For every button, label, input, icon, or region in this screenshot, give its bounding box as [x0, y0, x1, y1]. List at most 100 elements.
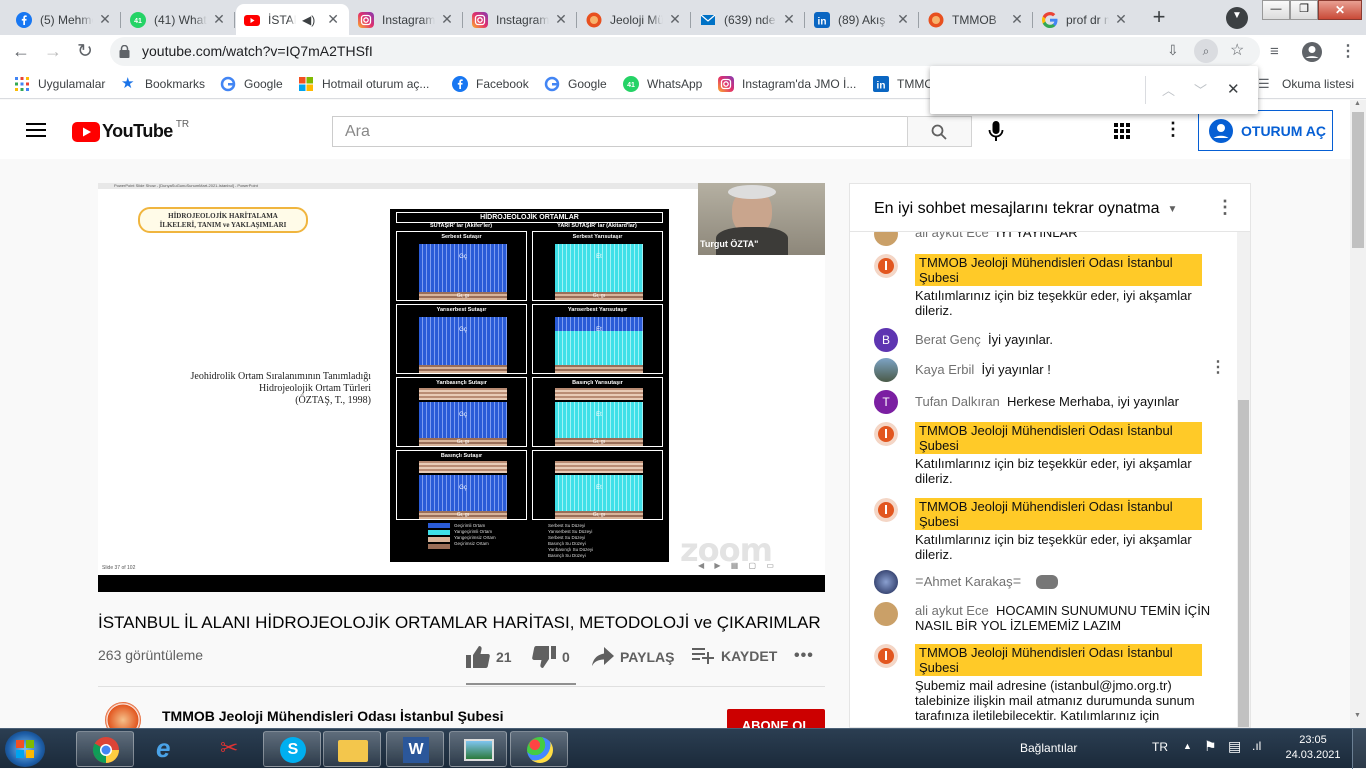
tab-instagram[interactable]: Instagram ✕ — [464, 4, 577, 35]
find-icon[interactable]: ⌕ — [1194, 39, 1218, 63]
bookmark-apps[interactable]: Uygulamalar — [14, 76, 105, 92]
chat-scrollbar-thumb[interactable] — [1238, 400, 1249, 727]
restore-button[interactable]: ❐ — [1290, 0, 1318, 20]
dislike-button[interactable]: 0 — [532, 646, 570, 668]
tab-close-icon[interactable]: ✕ — [895, 11, 911, 28]
scroll-up-icon[interactable]: ▲ — [1354, 100, 1361, 107]
message-author: TMMOB Jeoloji Mühendisleri Odası İstanbu… — [915, 644, 1202, 676]
taskbar-chrome[interactable] — [76, 731, 134, 767]
taskbar-paint[interactable] — [510, 731, 568, 767]
tab-jmo[interactable]: Jeoloji Mü ✕ — [578, 4, 691, 35]
find-close-icon[interactable]: ✕ — [1227, 80, 1240, 98]
google-icon — [220, 76, 236, 92]
reading-list[interactable]: ☰ Okuma listesi — [1258, 76, 1354, 92]
bookmark-tmmob[interactable]: in TMMO — [873, 76, 934, 92]
signal-icon[interactable]: .ıl — [1252, 739, 1261, 753]
chat-menu-icon[interactable]: ⋮ — [1216, 197, 1234, 218]
taskbar-photos[interactable] — [449, 731, 507, 767]
language-indicator[interactable]: TR — [1152, 740, 1168, 754]
start-button[interactable] — [5, 731, 45, 767]
bookmark-whatsapp[interactable]: 41 WhatsApp — [623, 76, 702, 92]
tab-close-icon[interactable]: ✕ — [439, 11, 455, 28]
bookmark-hotmail[interactable]: Hotmail oturum aç... — [298, 76, 429, 92]
page-scrollbar-thumb[interactable] — [1352, 112, 1364, 248]
tab-mail[interactable]: (639) nde ✕ — [692, 4, 805, 35]
page-scrollbar-track[interactable]: ▲ ▼ — [1350, 100, 1366, 728]
close-window-button[interactable]: ✕ — [1318, 0, 1362, 20]
browser-menu-icon[interactable]: ⋮ — [1340, 41, 1356, 61]
tab-close-icon[interactable]: ✕ — [211, 11, 227, 28]
tab-whatsapp[interactable]: 41 (41) What ✕ — [122, 4, 235, 35]
player-controls-bar[interactable] — [98, 575, 825, 592]
chat-mode-dropdown[interactable]: En iyi sohbet mesajlarını tekrar oynatma… — [874, 200, 1177, 218]
tab-linkedin[interactable]: in (89) Akış ✕ — [806, 4, 919, 35]
tab-close-icon[interactable]: ✕ — [1113, 11, 1129, 28]
cell-base-label: Gı, gı — [592, 293, 606, 299]
taskbar-skype[interactable]: S — [263, 731, 321, 767]
hamburger-menu-icon[interactable] — [26, 123, 46, 137]
media-queue-icon[interactable]: ≡ — [1270, 43, 1279, 60]
message-menu-icon[interactable]: ⋮ — [1210, 360, 1226, 376]
tab-tmmob[interactable]: TMMOB ✕ — [920, 4, 1033, 35]
bookmark-google-2[interactable]: Google — [544, 76, 607, 92]
tab-instagram[interactable]: Instagram ✕ — [350, 4, 463, 35]
taskbar-ie[interactable]: e — [140, 731, 198, 767]
speaker-icon[interactable]: ◀) — [302, 13, 315, 27]
taskbar-snipping[interactable]: ✂ — [202, 731, 260, 767]
tab-close-icon[interactable]: ✕ — [97, 11, 113, 28]
search-input[interactable]: Ara — [332, 116, 908, 147]
bookmark-bookmarks[interactable]: ★ Bookmarks — [121, 76, 205, 92]
tab-close-icon[interactable]: ✕ — [553, 11, 569, 28]
find-next-icon[interactable]: ﹀ — [1194, 80, 1207, 99]
cell-base-layer: Gı, gı — [555, 511, 643, 519]
tab-close-icon[interactable]: ✕ — [781, 11, 797, 28]
video-player[interactable]: PowerPoint Slide Show - [DunyaSuGunuSunu… — [98, 183, 825, 592]
bookmark-star-icon[interactable]: ☆ — [1230, 40, 1244, 60]
more-actions-icon[interactable]: ••• — [794, 647, 814, 665]
network-icon[interactable]: ▤ — [1228, 738, 1241, 755]
tab-google[interactable]: prof dr m ✕ — [1034, 4, 1137, 35]
tab-youtube-active[interactable]: İSTAN ◀) ✕ — [236, 4, 349, 35]
clock[interactable]: 23:05 24.03.2021 — [1283, 733, 1343, 763]
youtube-logo[interactable]: YouTube TR — [72, 119, 189, 142]
sign-in-label: OTURUM AÇ — [1241, 122, 1327, 139]
share-button[interactable]: PAYLAŞ — [592, 647, 674, 667]
avatar — [874, 602, 898, 626]
scroll-down-icon[interactable]: ▼ — [1354, 712, 1361, 719]
save-button[interactable]: KAYDET — [692, 647, 777, 665]
new-tab-button[interactable]: + — [1146, 5, 1172, 31]
tab-close-icon[interactable]: ✕ — [1009, 11, 1025, 28]
find-prev-icon[interactable]: ︿ — [1162, 80, 1175, 99]
minimize-button[interactable]: — — [1262, 0, 1290, 20]
url-text[interactable]: youtube.com/watch?v=IQ7mA2THSfI — [142, 43, 373, 59]
settings-more-icon[interactable]: ⋮ — [1164, 119, 1182, 140]
bookmark-google[interactable]: Google — [220, 76, 283, 92]
lock-icon[interactable] — [119, 45, 130, 58]
profile-icon[interactable] — [1301, 41, 1323, 63]
tray-expand-icon[interactable]: ▲ — [1183, 741, 1192, 751]
bookmark-facebook[interactable]: Facebook — [452, 76, 529, 92]
show-desktop-button[interactable] — [1352, 729, 1366, 769]
forward-button[interactable]: → — [44, 41, 62, 62]
sign-in-button[interactable]: OTURUM AÇ — [1198, 110, 1333, 151]
address-bar[interactable]: youtube.com/watch?v=IQ7mA2THSfI ⇩ ⌕ ☆ — [110, 37, 1260, 66]
install-icon[interactable]: ⇩ — [1167, 42, 1179, 59]
back-button[interactable]: ← — [12, 41, 30, 62]
tab-close-icon[interactable]: ✕ — [667, 11, 683, 28]
search-button[interactable] — [907, 116, 972, 147]
tab-label: (639) nde — [724, 12, 776, 27]
apps-grid-icon[interactable] — [1114, 123, 1130, 139]
bookmark-instagram-jmo[interactable]: Instagram'da JMO İ... — [718, 76, 856, 92]
tab-search-button[interactable]: ▼ — [1226, 7, 1248, 29]
microphone-icon[interactable] — [988, 121, 1004, 143]
taskbar-explorer[interactable] — [323, 731, 381, 767]
connections-toolbar[interactable]: Bağlantılar — [1020, 741, 1077, 755]
taskbar-word[interactable]: W — [386, 731, 444, 767]
find-input[interactable] — [938, 76, 1138, 104]
action-center-icon[interactable]: ⚑ — [1204, 738, 1217, 755]
channel-name[interactable]: TMMOB Jeoloji Mühendisleri Odası İstanbu… — [162, 708, 504, 724]
reload-button[interactable]: ↻ — [77, 40, 93, 63]
like-button[interactable]: 21 — [466, 646, 512, 668]
tab-facebook[interactable]: (5) Mehme ✕ — [8, 4, 121, 35]
tab-close-icon[interactable]: ✕ — [325, 11, 341, 28]
